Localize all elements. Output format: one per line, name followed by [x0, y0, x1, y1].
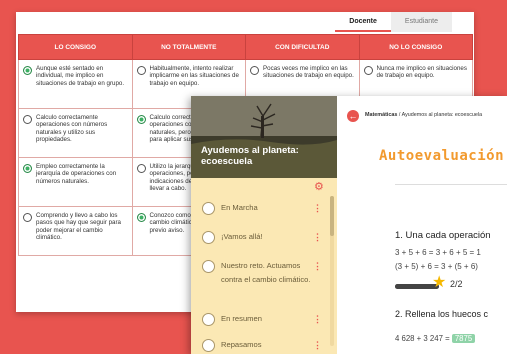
equation-3-prefix: 4 628 + 3 247 = [395, 334, 450, 343]
rubric-option[interactable]: Empleo correctamente la jerarquía de ope… [23, 163, 128, 185]
rubric-radio[interactable] [250, 66, 259, 75]
menu-item-label: ¡Vamos allá! [221, 232, 263, 241]
rubric-option-label: Calculo correctamente operaciones con nú… [36, 114, 108, 144]
menu-radio [202, 260, 215, 273]
rubric-cell[interactable]: Aunque esté sentado en individual, me im… [18, 59, 133, 109]
kebab-menu-icon[interactable]: ⋮ [313, 338, 322, 352]
rubric-option-label: Comprendo y llevo a cabo los pasos que h… [36, 212, 121, 242]
unit-menu: En Marcha ⋮ ¡Vamos allá! ⋮ Nuestro reto.… [191, 178, 337, 354]
settings-gear-icon[interactable]: ⚙ [314, 181, 326, 193]
menu-item-label: Repasamos [221, 340, 262, 349]
content-panel: ← Matemáticas / Ayudemos al planeta: eco… [337, 96, 507, 354]
rubric-radio[interactable] [23, 164, 32, 173]
back-arrow-icon[interactable]: ← [347, 110, 359, 122]
kebab-menu-icon[interactable]: ⋮ [313, 230, 322, 244]
menu-item-label: En resumen [221, 314, 262, 323]
header-con-dificultad: Con dificultad [245, 34, 360, 60]
menu-item-label: Nuestro reto. Actuamos contra el cambio … [221, 261, 311, 284]
rubric-radio[interactable] [23, 115, 32, 124]
scrollbar-thumb[interactable] [330, 196, 334, 236]
rubric-cell[interactable]: Empleo correctamente la jerarquía de ope… [18, 157, 133, 207]
menu-item-vamos-alla[interactable]: ¡Vamos allá! ⋮ [202, 230, 322, 244]
rubric-radio[interactable] [136, 66, 146, 75]
menu-item-nuestro-reto[interactable]: Nuestro reto. Actuamos contra el cambio … [202, 259, 322, 287]
rubric-option-label: Habitualmente, intento realizar implicar… [149, 65, 239, 87]
rubric-radio[interactable] [23, 213, 32, 222]
star-icon: ★ [432, 274, 447, 291]
menu-item-en-marcha[interactable]: En Marcha ⋮ [202, 201, 322, 215]
rubric-radio[interactable] [136, 115, 146, 124]
rubric-option[interactable]: Aunque esté sentado en individual, me im… [23, 65, 128, 87]
header-no-totalmente: No totalmente [131, 34, 246, 60]
rubric-radio[interactable] [23, 66, 32, 75]
equation-3: 4 628 + 3 247 = 7875 [395, 334, 476, 343]
kebab-menu-icon[interactable]: ⋮ [313, 312, 322, 326]
header-lo-consigo: Lo consigo [18, 34, 133, 60]
page-title: Autoevaluación [379, 148, 505, 164]
menu-radio [202, 231, 215, 244]
menu-item-label: En Marcha [221, 203, 258, 212]
score-text: 2/2 [450, 279, 463, 289]
divider [395, 184, 507, 185]
breadcrumb: Matemáticas / Ayudemos al planeta: ecoes… [365, 112, 482, 118]
breadcrumb-subject[interactable]: Matemáticas [365, 112, 397, 118]
menu-radio [202, 202, 215, 215]
rubric-option[interactable]: Comprendo y llevo a cabo los pasos que h… [23, 212, 128, 242]
unit-title: Ayudemos al planeta: ecoescuela [201, 145, 299, 167]
question-1: 1. Una cada operación [395, 230, 491, 241]
rubric-radio[interactable] [136, 164, 146, 173]
rubric-option-label: Aunque esté sentado en individual, me im… [36, 65, 125, 87]
rubric-option-label: Pocas veces me implico en las situacione… [263, 65, 354, 80]
app-window: Ayudemos al planeta: ecoescuela En March… [191, 96, 507, 354]
rubric-option[interactable]: Nunca me implico en situaciones de traba… [363, 65, 469, 80]
kebab-menu-icon[interactable]: ⋮ [313, 201, 322, 215]
rubric-option[interactable]: Pocas veces me implico en las situacione… [250, 65, 355, 80]
question-2: 2. Rellena los huecos c [395, 309, 489, 319]
menu-item-repasamos[interactable]: Repasamos ⋮ [202, 338, 322, 352]
menu-scrollbar[interactable] [330, 196, 334, 346]
header-no-lo-consigo: No lo consigo [358, 34, 473, 60]
rubric-cell[interactable]: Calculo correctamente operaciones con nú… [18, 108, 133, 158]
breadcrumb-path: / Ayudemos al planeta: ecoescuela [397, 112, 483, 118]
rubric-option-label: Empleo correctamente la jerarquía de ope… [36, 163, 117, 185]
rubric-radio[interactable] [136, 213, 146, 222]
rubric-option-label: Nunca me implico en situaciones de traba… [376, 65, 467, 80]
equation-2: (3 + 5) + 6 = 3 + (5 + 6) [395, 262, 478, 271]
menu-radio [202, 313, 215, 326]
equation-1: 3 + 5 + 6 = 3 + 6 + 5 = 1 [395, 248, 481, 257]
answer-input[interactable]: 7875 [451, 334, 476, 343]
tab-estudiante[interactable]: Estudiante [390, 12, 452, 32]
rubric-cell[interactable]: Comprendo y llevo a cabo los pasos que h… [18, 206, 133, 256]
rubric-radio[interactable] [363, 66, 373, 75]
rubric-option[interactable]: Calculo correctamente operaciones con nú… [23, 114, 128, 144]
kebab-menu-icon[interactable]: ⋮ [313, 259, 322, 273]
menu-radio [202, 339, 215, 352]
rubric-option[interactable]: Habitualmente, intento realizar implicar… [136, 65, 242, 87]
tab-docente[interactable]: Docente [335, 12, 391, 32]
menu-item-en-resumen[interactable]: En resumen ⋮ [202, 312, 322, 326]
role-tabs: Docente Estudiante [335, 12, 452, 32]
unit-hero-image: Ayudemos al planeta: ecoescuela [191, 96, 337, 178]
